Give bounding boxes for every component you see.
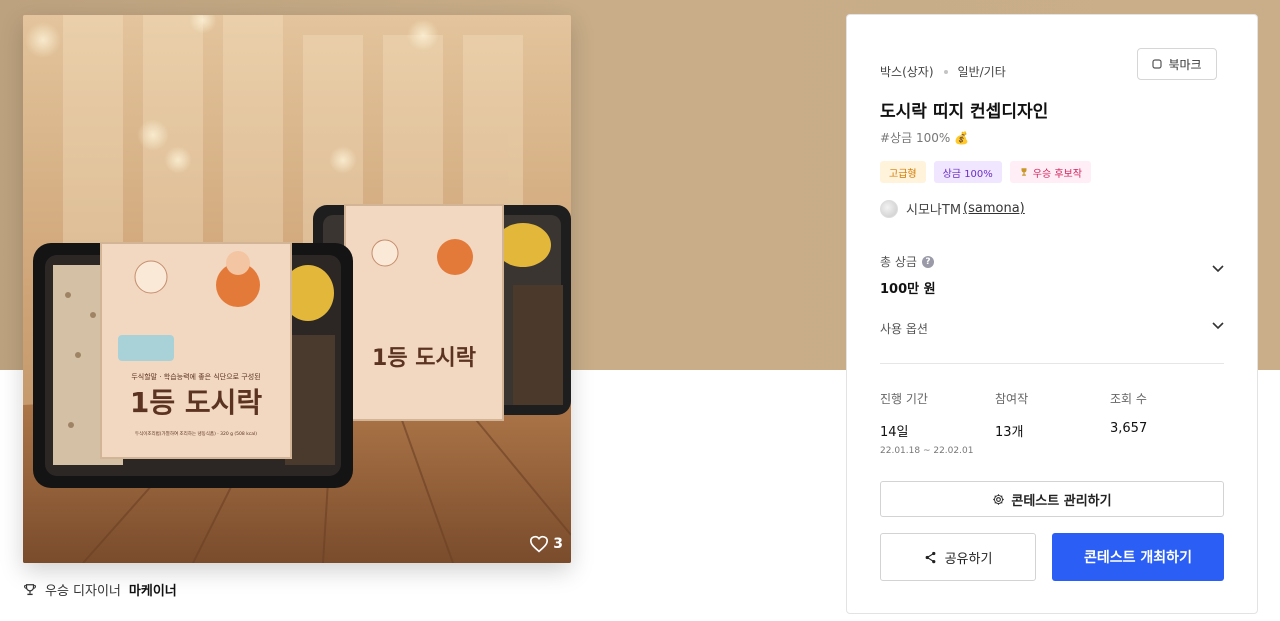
views-label: 조회 수	[1110, 392, 1147, 406]
views-value: 3,657	[1110, 421, 1148, 436]
chevron-down-icon[interactable]	[1212, 265, 1224, 273]
contest-info-panel: 박스(상자) 일반/기타 북마크 도시락 띠지 컨셉디자인 #상금 100% 💰…	[846, 14, 1258, 614]
like-button[interactable]: 3	[529, 535, 563, 553]
period-label: 진행 기간	[880, 392, 928, 406]
period-value: 14일	[880, 425, 909, 440]
avatar	[880, 199, 898, 218]
entries-label: 참여작	[995, 392, 1029, 406]
contest-stats: 진행 기간 14일 22.01.18 ~ 22.02.01 참여작 13개 조회…	[880, 390, 1225, 456]
views-stat: 조회 수 3,657	[1110, 390, 1225, 456]
prize-badge: 상금 100%	[933, 161, 1002, 183]
manage-contest-label: 콘테스트 관리하기	[1011, 493, 1112, 509]
gear-icon	[993, 493, 1005, 505]
usage-option-label: 사용 옵션	[880, 322, 928, 336]
bookmark-button[interactable]: 북마크	[1137, 48, 1217, 80]
front-tray: 두식할말 · 학습능력에 좋은 식단으로 구성된 1등 도시락 두식이조리법(가…	[33, 242, 353, 488]
trophy-icon	[1021, 168, 1027, 176]
product-image[interactable]: 1등 도시락 두식할말 · 학습능력에 좋은 식단으로 구성된 1등 도시락 두…	[23, 15, 571, 563]
breadcrumb-item[interactable]: 박스(상자)	[880, 63, 934, 80]
entries-value: 13개	[995, 425, 1024, 440]
host-name: 시모나TM	[906, 203, 962, 218]
winner-name[interactable]: 마케이너	[129, 580, 177, 599]
package-footer: 두식이조리법(가열하여 조리하는 냉동식품) · 320 g (508 kcal…	[135, 430, 257, 437]
package-title: 1등 도시락	[130, 386, 263, 419]
breadcrumb-separator	[943, 69, 948, 74]
period-range: 22.01.18 ~ 22.02.01	[880, 446, 974, 456]
winner-candidate-badge: 우승 후보작	[1009, 161, 1091, 183]
total-prize-value: 100만 원	[880, 282, 936, 297]
like-count: 3	[553, 536, 563, 552]
bookmark-label: 북마크	[1168, 57, 1202, 72]
total-prize-row[interactable]: 총 상금 ? 100만 원	[880, 253, 1224, 297]
chevron-down-icon[interactable]	[1212, 322, 1224, 330]
package-subtitle: 두식할말 · 학습능력에 좋은 식단으로 구성된	[131, 372, 260, 381]
svg-text:1등 도시락: 1등 도시락	[372, 346, 476, 371]
period-stat: 진행 기간 14일 22.01.18 ~ 22.02.01	[880, 390, 995, 456]
manage-contest-button[interactable]: 콘테스트 관리하기	[880, 481, 1224, 517]
trophy-icon	[23, 583, 37, 595]
share-label: 공유하기	[944, 551, 993, 567]
heart-icon	[530, 535, 549, 553]
usage-option-row[interactable]: 사용 옵션	[880, 320, 1224, 337]
winner-designer: 우승 디자이너 마케이너	[23, 580, 177, 599]
help-icon[interactable]: ?	[921, 255, 934, 268]
breadcrumb-item[interactable]: 일반/기타	[958, 63, 1006, 80]
entries-stat: 참여작 13개	[995, 390, 1110, 456]
breadcrumb: 박스(상자) 일반/기타	[880, 63, 1006, 80]
winner-candidate-label: 우승 후보작	[1032, 168, 1082, 180]
host-profile[interactable]: 시모나TM (samona)	[880, 199, 1025, 218]
winner-label: 우승 디자이너	[45, 584, 121, 599]
host-handle[interactable]: (samona)	[963, 201, 1025, 216]
contest-title: 도시락 띠지 컨셉디자인	[880, 102, 1049, 122]
bookmark-icon	[1152, 59, 1163, 69]
share-button[interactable]: 공유하기	[880, 533, 1036, 581]
total-prize-label: 총 상금	[880, 255, 917, 269]
open-contest-button[interactable]: 콘테스트 개최하기	[1052, 533, 1224, 581]
lunchbox-illustration: 1등 도시락 두식할말 · 학습능력에 좋은 식단으로 구성된 1등 도시락 두…	[23, 15, 571, 563]
share-icon	[925, 551, 935, 563]
divider	[880, 363, 1224, 364]
badge-list: 고급형 상금 100% 우승 후보작	[880, 161, 1091, 183]
contest-tagline: #상금 100% 💰	[880, 131, 970, 145]
premium-badge: 고급형	[880, 161, 926, 183]
